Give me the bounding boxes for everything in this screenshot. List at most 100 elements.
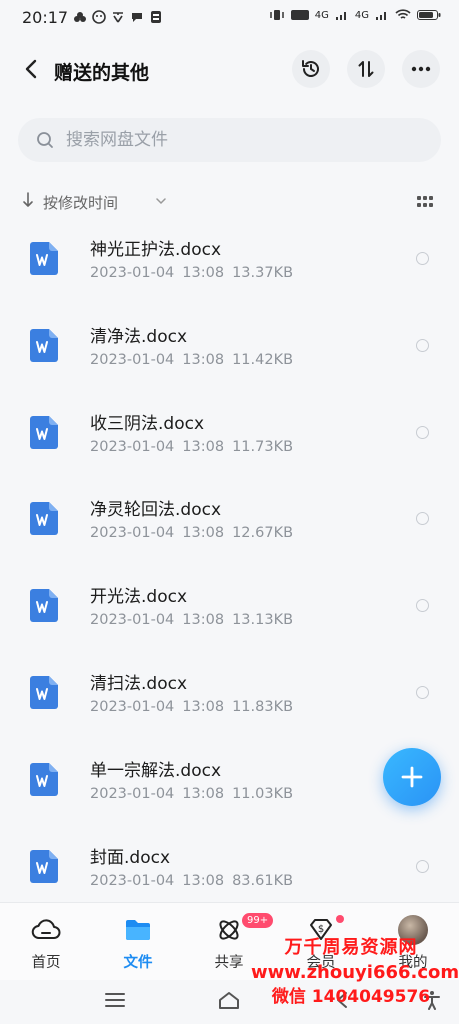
network-type-2: 4G	[354, 9, 369, 21]
word-doc-icon	[30, 849, 58, 883]
bottom-tab-bar: 首页 文件 99+ 共享 $ 会员 我的	[0, 902, 459, 981]
select-radio[interactable]	[416, 599, 429, 613]
home-icon[interactable]	[217, 990, 241, 1010]
more-dots-icon	[411, 66, 431, 72]
face-app-icon	[92, 10, 106, 24]
tab-home[interactable]: 首页	[11, 911, 81, 972]
file-time: 13:08	[182, 265, 225, 281]
file-name: 清净法.docx	[90, 326, 188, 347]
file-time: 13:08	[182, 872, 225, 889]
folder-icon	[126, 920, 150, 940]
file-time: 13:08	[182, 785, 225, 802]
file-list: 神光正护法.docx 2023-01-04 13:08 13.37KB 清净法.do…	[0, 222, 459, 916]
history-clock-icon	[302, 60, 319, 77]
select-radio[interactable]	[416, 685, 429, 699]
vibrate-icon	[270, 10, 284, 20]
search-input[interactable]	[64, 129, 398, 151]
file-meta: 2023-01-04 13:08 13.13KB	[90, 612, 301, 628]
vip-red-dot	[336, 915, 344, 923]
cloud-home-icon	[31, 919, 61, 939]
word-doc-icon	[30, 328, 58, 362]
tab-vip[interactable]: $ 会员	[286, 911, 356, 972]
chevron-down-icon[interactable]	[156, 198, 166, 205]
signal-icon	[335, 12, 346, 20]
search-bar[interactable]	[18, 118, 441, 162]
list-item[interactable]: 清扫法.docx 2023-01-04 13:08 11.83KB	[0, 656, 459, 743]
file-name: 开光法.docx	[90, 587, 188, 608]
plus-icon	[401, 766, 423, 788]
select-radio[interactable]	[416, 338, 429, 352]
file-meta: 2023-01-04 13:08 12.67KB	[90, 525, 301, 541]
file-meta: 2023-01-04 13:08 11.03KB	[90, 786, 301, 802]
list-item[interactable]: 收三阴法.docx 2023-01-04 13:08 11.73KB	[0, 396, 459, 483]
history-button[interactable]	[292, 50, 330, 88]
tab-share[interactable]: 99+ 共享	[194, 911, 274, 972]
tab-mine[interactable]: 我的	[378, 911, 448, 972]
list-item[interactable]: 清净法.docx 2023-01-04 13:08 11.42KB	[0, 309, 459, 396]
file-name: 单一宗解法.docx	[90, 760, 222, 781]
file-size: 11.42KB	[232, 351, 294, 368]
chat-bubble-icon	[132, 13, 142, 22]
tab-vip-label: 会员	[306, 955, 336, 971]
file-date: 2023-01-04	[90, 872, 175, 889]
file-name: 神光正护法.docx	[90, 240, 222, 260]
tab-home-label: 首页	[31, 955, 61, 971]
word-doc-icon	[30, 675, 58, 709]
transfer-button[interactable]	[347, 50, 385, 88]
file-meta: 2023-01-04 13:08 11.42KB	[90, 352, 301, 368]
accessibility-icon[interactable]	[420, 990, 444, 1010]
tab-share-label: 共享	[214, 955, 244, 971]
hd-icon	[290, 10, 309, 20]
file-size: 11.03KB	[232, 785, 294, 802]
file-date: 2023-01-04	[90, 351, 175, 368]
menu-icon[interactable]	[103, 990, 127, 1010]
more-button[interactable]	[402, 50, 440, 88]
system-nav-bar	[0, 980, 459, 1024]
tab-files[interactable]: 文件	[103, 911, 173, 972]
grid-view-icon[interactable]	[417, 195, 433, 209]
file-name: 清扫法.docx	[90, 673, 188, 694]
word-doc-icon	[30, 242, 58, 275]
select-radio[interactable]	[416, 512, 429, 526]
select-radio[interactable]	[416, 859, 429, 873]
file-meta: 2023-01-04 13:08 11.83KB	[90, 699, 301, 715]
file-size: 13.13KB	[232, 612, 294, 629]
word-doc-icon	[30, 415, 58, 449]
file-date: 2023-01-04	[90, 438, 175, 455]
file-date: 2023-01-04	[90, 785, 175, 802]
file-time: 13:08	[182, 612, 225, 629]
file-name: 封面.docx	[90, 847, 171, 868]
system-status-icons: 4G 4G	[269, 9, 441, 21]
file-meta: 2023-01-04 13:08 13.37KB	[90, 265, 301, 281]
back-button[interactable]	[16, 54, 46, 84]
sim-app-icon	[151, 11, 161, 23]
file-time: 13:08	[182, 698, 225, 715]
list-item[interactable]: 净灵轮回法.docx 2023-01-04 13:08 12.67KB	[0, 482, 459, 569]
vip-diamond-icon: $	[310, 919, 332, 940]
battery-icon	[417, 10, 441, 20]
header: 赠送的其他	[0, 42, 459, 100]
share-orbit-icon	[219, 920, 239, 940]
word-doc-icon	[30, 762, 58, 796]
status-bar: 20:17 4G 4G	[0, 0, 459, 36]
file-meta: 2023-01-04 13:08 11.73KB	[90, 439, 301, 455]
cloud-app-icon	[74, 12, 86, 22]
back-nav-icon[interactable]	[332, 990, 356, 1010]
file-date: 2023-01-04	[90, 612, 175, 629]
sort-label[interactable]: 按修改时间	[43, 192, 118, 213]
file-time: 13:08	[182, 438, 225, 455]
file-size: 12.67KB	[232, 525, 294, 542]
word-doc-icon	[30, 589, 58, 623]
add-button[interactable]	[383, 748, 441, 806]
file-date: 2023-01-04	[90, 525, 175, 542]
avatar	[398, 915, 428, 945]
wifi-icon	[395, 9, 411, 19]
list-item[interactable]: 神光正护法.docx 2023-01-04 13:08 13.37KB	[0, 222, 459, 309]
search-icon	[37, 132, 53, 148]
select-radio[interactable]	[416, 252, 429, 265]
file-size: 11.73KB	[232, 438, 294, 455]
list-item[interactable]: 开光法.docx 2023-01-04 13:08 13.13KB	[0, 569, 459, 656]
file-size: 13.37KB	[232, 265, 294, 281]
file-meta: 2023-01-04 13:08 83.61KB	[90, 873, 301, 889]
select-radio[interactable]	[416, 425, 429, 439]
